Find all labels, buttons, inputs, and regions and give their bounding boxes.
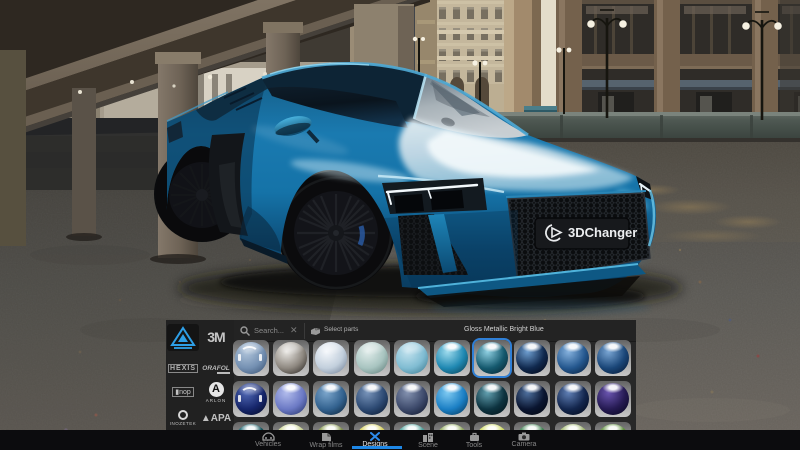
svg-text:3DChanger: 3DChanger	[568, 225, 637, 240]
